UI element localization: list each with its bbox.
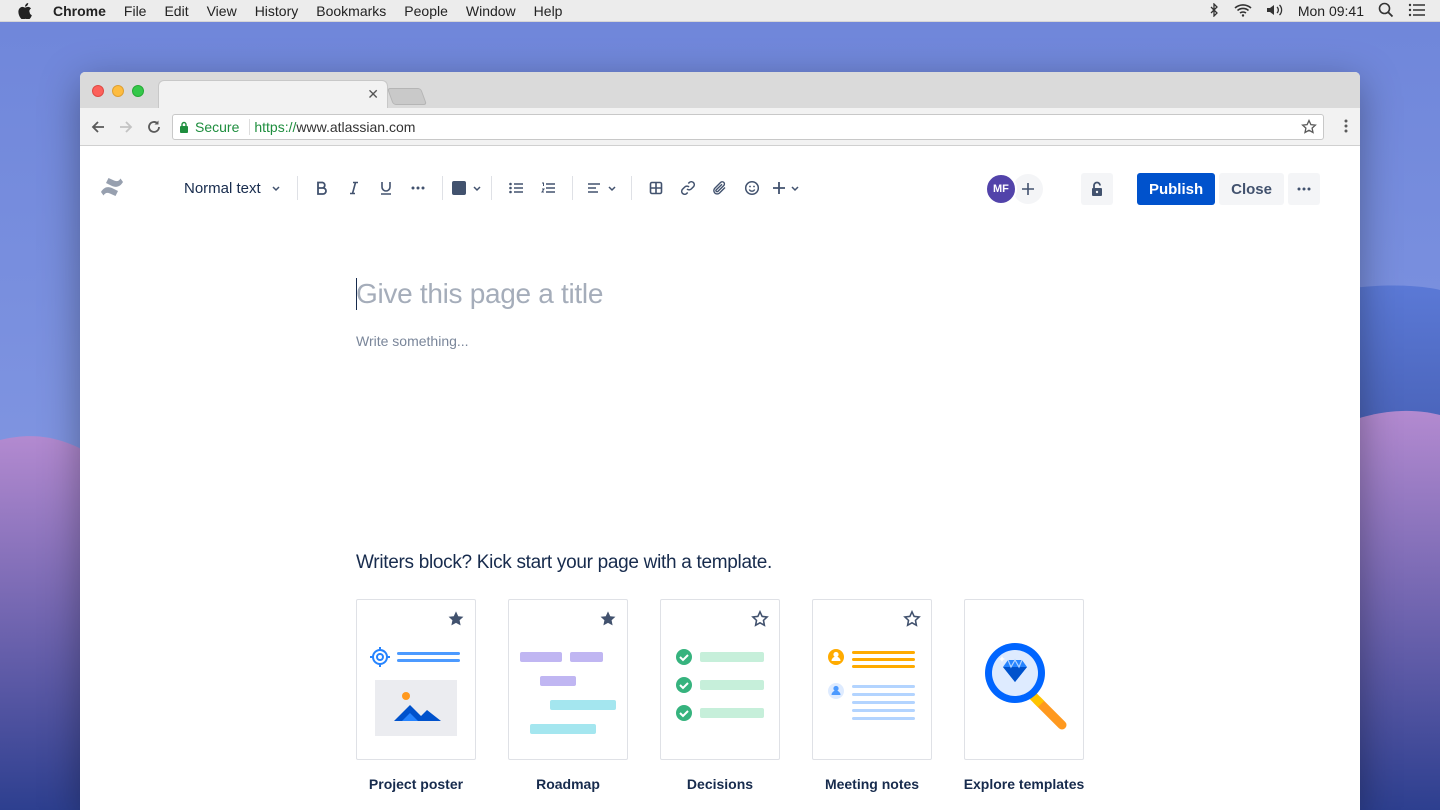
notification-center-icon[interactable] xyxy=(1408,3,1426,20)
numbered-list-icon[interactable] xyxy=(532,172,564,204)
confluence-logo-icon[interactable] xyxy=(100,176,124,203)
project-poster-illustration xyxy=(370,647,460,736)
menu-history[interactable]: History xyxy=(246,3,308,19)
bookmark-star-icon[interactable] xyxy=(1301,118,1317,138)
invite-collaborator-button[interactable] xyxy=(1012,174,1043,204)
macos-menu-bar: Chrome File Edit View History Bookmarks … xyxy=(0,0,1440,22)
url-text[interactable]: https://www.atlassian.com xyxy=(254,119,415,135)
bluetooth-icon[interactable] xyxy=(1208,1,1220,20)
table-icon[interactable] xyxy=(640,172,672,204)
plus-icon xyxy=(1021,183,1034,195)
text-color-dropdown[interactable] xyxy=(451,172,483,204)
template-label-project-poster[interactable]: Project poster xyxy=(346,776,486,792)
menu-help[interactable]: Help xyxy=(525,3,572,19)
secure-label: Secure xyxy=(195,119,240,135)
menubar-clock[interactable]: Mon 09:41 xyxy=(1298,3,1364,19)
template-card-meeting-notes[interactable] xyxy=(812,599,932,760)
menu-view[interactable]: View xyxy=(198,3,246,19)
more-formatting-icon[interactable] xyxy=(402,172,434,204)
chevron-down-icon xyxy=(608,186,616,192)
plus-icon xyxy=(772,182,785,194)
page-body-input[interactable]: Write something... xyxy=(356,333,469,349)
close-button[interactable]: Close xyxy=(1219,173,1284,205)
chevron-down-icon xyxy=(791,186,799,192)
template-label-decisions[interactable]: Decisions xyxy=(650,776,790,792)
publish-button[interactable]: Publish xyxy=(1136,173,1216,205)
bold-icon[interactable] xyxy=(306,172,338,204)
toolbar-divider xyxy=(296,176,298,200)
decisions-illustration xyxy=(676,649,764,721)
confluence-editor-page: Normal text MF Publish Close Give this p… xyxy=(80,146,1360,810)
reload-icon[interactable] xyxy=(144,117,164,137)
toolbar-divider xyxy=(571,176,573,200)
insert-dropdown[interactable] xyxy=(768,172,804,204)
editor-toolbar: Normal text xyxy=(184,170,804,206)
text-cursor xyxy=(356,278,357,310)
roadmap-illustration xyxy=(520,652,616,734)
text-style-label: Normal text xyxy=(184,179,261,197)
toolbar-divider xyxy=(490,176,492,200)
url-host: www.atlassian.com xyxy=(296,119,416,135)
chevron-down-icon xyxy=(473,186,481,192)
chrome-window: ✕ Secure https://www.atlassian.com Norma… xyxy=(80,72,1360,810)
chevron-down-icon xyxy=(272,186,280,192)
editor-actions: MF Publish Close xyxy=(984,172,1320,206)
menu-file[interactable]: File xyxy=(115,3,156,19)
back-icon[interactable] xyxy=(88,117,108,137)
meeting-notes-illustration xyxy=(828,649,915,720)
emoji-icon[interactable] xyxy=(736,172,768,204)
url-scheme: https:// xyxy=(254,119,297,135)
unlock-icon xyxy=(1091,181,1102,196)
zoom-window-button[interactable] xyxy=(132,85,144,97)
template-card-explore-templates[interactable] xyxy=(964,599,1084,760)
align-left-icon xyxy=(587,183,600,193)
toolbar-divider xyxy=(441,176,443,200)
address-bar[interactable]: Secure https://www.atlassian.com xyxy=(172,114,1324,140)
template-card-roadmap[interactable] xyxy=(508,599,628,760)
minimize-window-button[interactable] xyxy=(112,85,124,97)
template-label-explore-templates[interactable]: Explore templates xyxy=(954,776,1094,792)
template-label-meeting-notes[interactable]: Meeting notes xyxy=(802,776,942,792)
more-actions-icon[interactable] xyxy=(1288,173,1320,205)
template-card-decisions[interactable] xyxy=(660,599,780,760)
browser-toolbar: Secure https://www.atlassian.com xyxy=(80,108,1360,146)
omnibox-divider xyxy=(249,119,251,135)
attachment-icon[interactable] xyxy=(704,172,736,204)
underline-icon[interactable] xyxy=(370,172,402,204)
browser-tab[interactable]: ✕ xyxy=(158,80,388,109)
restrictions-button[interactable] xyxy=(1080,173,1113,205)
menu-edit[interactable]: Edit xyxy=(155,3,197,19)
secure-indicator[interactable]: Secure xyxy=(179,119,254,135)
alignment-dropdown[interactable] xyxy=(581,172,623,204)
menu-bookmarks[interactable]: Bookmarks xyxy=(307,3,395,19)
tab-close-icon[interactable]: ✕ xyxy=(367,87,379,101)
toolbar-divider xyxy=(630,176,632,200)
avatar[interactable]: MF xyxy=(984,173,1017,205)
volume-icon[interactable] xyxy=(1266,3,1284,20)
menu-window[interactable]: Window xyxy=(457,3,525,19)
apple-icon[interactable] xyxy=(18,2,36,20)
spotlight-search-icon[interactable] xyxy=(1378,2,1394,21)
lock-icon xyxy=(180,121,188,133)
template-label-roadmap[interactable]: Roadmap xyxy=(498,776,638,792)
template-suggestions-heading: Writers block? Kick start your page with… xyxy=(356,552,772,573)
italic-icon[interactable] xyxy=(338,172,370,204)
tab-strip: ✕ xyxy=(80,72,1360,109)
browser-menu-icon[interactable] xyxy=(1344,118,1348,139)
new-tab-button[interactable] xyxy=(386,88,428,105)
close-window-button[interactable] xyxy=(92,85,104,97)
page-title-input[interactable]: Give this page a title xyxy=(356,278,603,310)
magnifier-diamond-icon xyxy=(985,643,1067,730)
wifi-icon[interactable] xyxy=(1234,3,1252,20)
text-color-swatch xyxy=(451,181,466,195)
menubar-status-area: Mon 09:41 xyxy=(1208,0,1426,22)
link-icon[interactable] xyxy=(672,172,704,204)
menu-app-name[interactable]: Chrome xyxy=(44,3,115,19)
text-style-dropdown[interactable]: Normal text xyxy=(184,172,281,204)
template-card-project-poster[interactable] xyxy=(356,599,476,760)
forward-icon[interactable] xyxy=(116,117,136,137)
menu-people[interactable]: People xyxy=(395,3,457,19)
bullet-list-icon[interactable] xyxy=(500,172,532,204)
